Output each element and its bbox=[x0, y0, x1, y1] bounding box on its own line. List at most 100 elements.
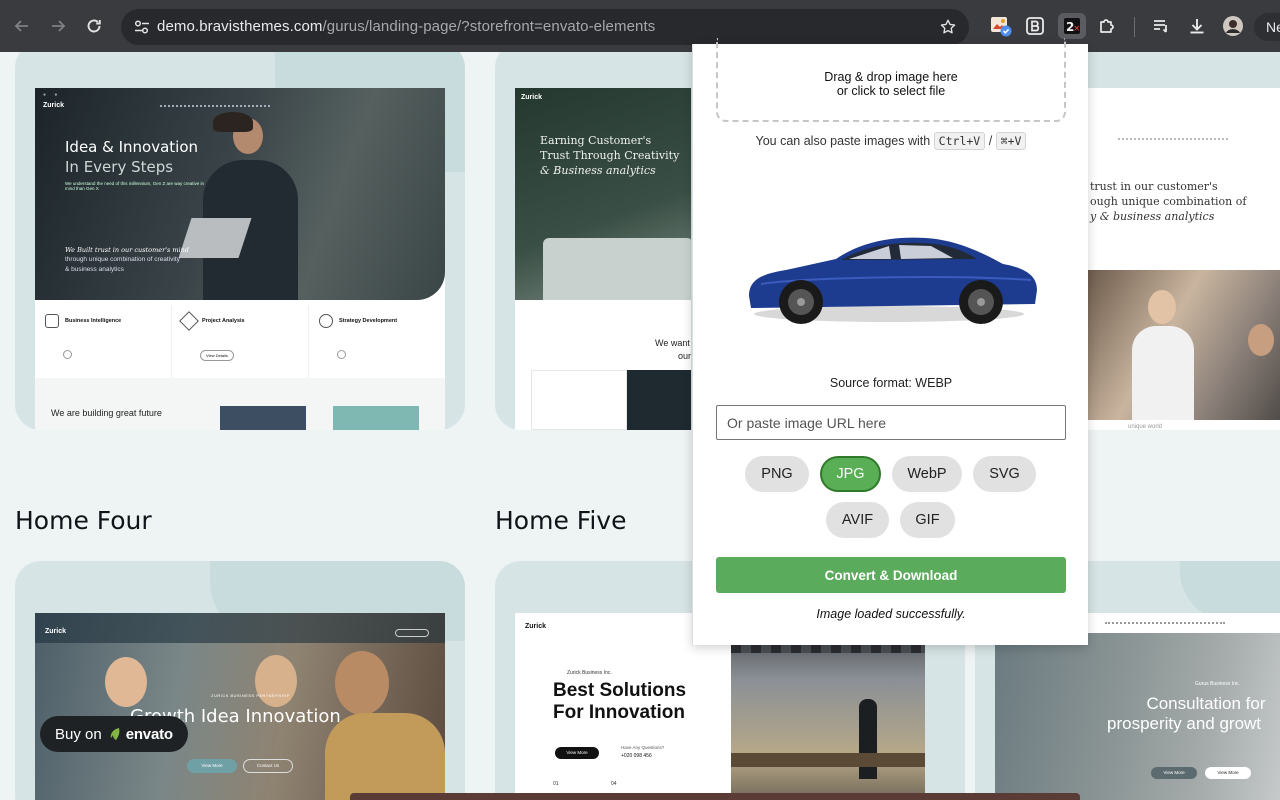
reload-icon bbox=[87, 19, 101, 33]
dropzone[interactable]: Drag & drop image here or click to selec… bbox=[716, 38, 1066, 122]
hero-heading-1: Earning Customer's bbox=[540, 134, 652, 147]
preview-header bbox=[35, 613, 445, 643]
view-details-button: View Details bbox=[200, 350, 234, 361]
toolbar-divider bbox=[1134, 17, 1135, 37]
demo-card-home-three[interactable]: trust in our customer's ough unique comb… bbox=[1066, 52, 1280, 430]
arrow-circle-icon bbox=[63, 350, 72, 359]
status-message: Image loaded successfully. bbox=[816, 607, 966, 621]
reading-list-icon[interactable] bbox=[1148, 13, 1174, 39]
slide-number-end: 04 bbox=[611, 781, 617, 787]
preview-cta bbox=[395, 629, 429, 637]
image-preview bbox=[749, 237, 1037, 324]
section-snippet-2: our bbox=[678, 351, 691, 361]
url-host: demo.bravisthemes.com bbox=[157, 18, 323, 35]
envato-leaf-icon bbox=[110, 728, 120, 740]
bulk-extension-icon[interactable] bbox=[1022, 13, 1048, 39]
zoom-extension-icon[interactable]: 2 × bbox=[1058, 13, 1086, 39]
feature-item: Project Analysis View Details bbox=[172, 306, 309, 378]
preview-secondary-button: Contact Us bbox=[243, 759, 293, 773]
browser-toolbar: demo.bravisthemes.com/gurus/landing-page… bbox=[0, 0, 1280, 52]
analysis-icon bbox=[179, 311, 199, 331]
slide-number-start: 01 bbox=[553, 781, 559, 787]
profile-menu-button[interactable]: Ne bbox=[1254, 13, 1280, 41]
profile-avatar[interactable] bbox=[1220, 13, 1246, 39]
svg-text:×: × bbox=[1073, 24, 1081, 34]
section-title-home-four: Home Four bbox=[15, 506, 152, 535]
image-url-input[interactable] bbox=[716, 405, 1066, 440]
format-gif-button[interactable]: GIF bbox=[900, 502, 955, 538]
conference-table bbox=[731, 753, 925, 767]
hero-person-hair bbox=[213, 112, 253, 132]
convert-download-button[interactable]: Convert & Download bbox=[716, 557, 1066, 593]
preview-primary-button: View More bbox=[555, 747, 599, 759]
hero-heading-2: prosperity and growt bbox=[1107, 714, 1262, 733]
hero-image: Zurick Earning Customer's Trust Through … bbox=[515, 88, 691, 300]
hero-questions: Have Any Questions? bbox=[621, 745, 665, 750]
hero-kicker: Zurick Business Inc. bbox=[567, 670, 612, 676]
hero-heading-1: Best Solutions bbox=[553, 680, 687, 701]
url-path: /gurus/landing-page/?storefront=envato-e… bbox=[322, 18, 656, 35]
shortcut-cmd-v: ⌘+V bbox=[995, 132, 1027, 150]
tagline: We are building great future bbox=[51, 408, 162, 418]
person-body bbox=[325, 713, 445, 800]
buy-on-envato-button[interactable]: Buy on envato bbox=[40, 716, 188, 752]
hero-kicker: Gurus Business Inc. bbox=[1195, 681, 1240, 687]
hero-heading-1: Idea & Innovation bbox=[65, 138, 199, 156]
hero-logo: Zurick bbox=[43, 102, 65, 109]
format-svg-button[interactable]: SVG bbox=[973, 456, 1036, 492]
image-converter-popup: Drag & drop image here or click to selec… bbox=[692, 38, 1088, 645]
feature-title: Business Intelligence bbox=[65, 318, 122, 324]
url-text: demo.bravisthemes.com/gurus/landing-page… bbox=[157, 18, 655, 35]
back-button[interactable] bbox=[4, 8, 40, 44]
format-avif-button[interactable]: AVIF bbox=[826, 502, 889, 538]
dock-edge bbox=[350, 793, 1080, 800]
hero-intro: We understand the need of this millenniu… bbox=[65, 181, 204, 191]
hero-heading-2: ough unique combination of bbox=[1090, 195, 1247, 208]
preview-logo: Zurick bbox=[45, 628, 67, 635]
extensions-puzzle-icon[interactable] bbox=[1094, 13, 1120, 39]
hero-quote-3: & business analytics bbox=[65, 266, 124, 273]
hero-heading-1: trust in our customer's bbox=[1090, 180, 1218, 193]
hero-heading-2: In Every Steps bbox=[65, 158, 174, 176]
demo-card-home-one[interactable]: ● ● Zurick Idea & Innovation In Every St… bbox=[15, 52, 465, 430]
thumb-card bbox=[531, 370, 627, 430]
thumb-dark bbox=[627, 370, 691, 430]
arrow-right-icon bbox=[52, 20, 66, 32]
feature-item: Business Intelligence bbox=[35, 306, 172, 378]
person-head bbox=[1148, 290, 1176, 324]
preview-primary-button: View More bbox=[187, 759, 237, 773]
hero-heading-3: y & business analytics bbox=[1090, 210, 1215, 223]
format-webp-button[interactable]: WebP bbox=[892, 456, 962, 492]
format-png-button[interactable]: PNG bbox=[745, 456, 809, 492]
shortcut-ctrl-v: Ctrl+V bbox=[933, 132, 986, 150]
forward-button[interactable] bbox=[40, 8, 76, 44]
source-format: Source format: WEBP bbox=[829, 376, 953, 390]
person-head bbox=[335, 651, 389, 715]
preview-nav bbox=[1118, 138, 1228, 141]
hero-topbar: ● ● bbox=[43, 92, 58, 98]
section-snippet-1: We want bbox=[655, 338, 690, 348]
site-settings-icon[interactable] bbox=[129, 15, 155, 39]
feature-item: Strategy Development bbox=[309, 306, 445, 378]
laptop-image bbox=[543, 238, 691, 300]
person-head bbox=[1248, 324, 1274, 356]
hero-heading-1: Consultation for bbox=[1146, 694, 1266, 713]
hero-nav bbox=[160, 105, 270, 108]
preview-nav bbox=[1105, 622, 1225, 625]
person-head bbox=[255, 655, 297, 707]
image-converter-extension-icon[interactable] bbox=[988, 13, 1014, 39]
arrow-circle-icon bbox=[337, 350, 346, 359]
feature-row: Business Intelligence Project Analysis V… bbox=[35, 306, 445, 378]
bookmark-star-icon[interactable] bbox=[935, 14, 961, 40]
person-body bbox=[1132, 326, 1194, 420]
dropzone-line-2: or click to select file bbox=[836, 84, 946, 98]
download-icon[interactable] bbox=[1184, 13, 1210, 39]
dropzone-line-1: Drag & drop image here bbox=[824, 70, 958, 84]
envato-brand: envato bbox=[125, 725, 173, 743]
preview-home-three: trust in our customer's ough unique comb… bbox=[1088, 88, 1280, 430]
format-jpg-button[interactable]: JPG bbox=[820, 456, 881, 492]
chart-icon bbox=[45, 314, 59, 328]
reload-button[interactable] bbox=[76, 8, 112, 44]
preview-footer: unique world bbox=[1128, 424, 1163, 430]
demo-card-home-four[interactable]: Zurick ZURICK BUSINESS PARTNERSHIP Growt… bbox=[15, 561, 465, 800]
